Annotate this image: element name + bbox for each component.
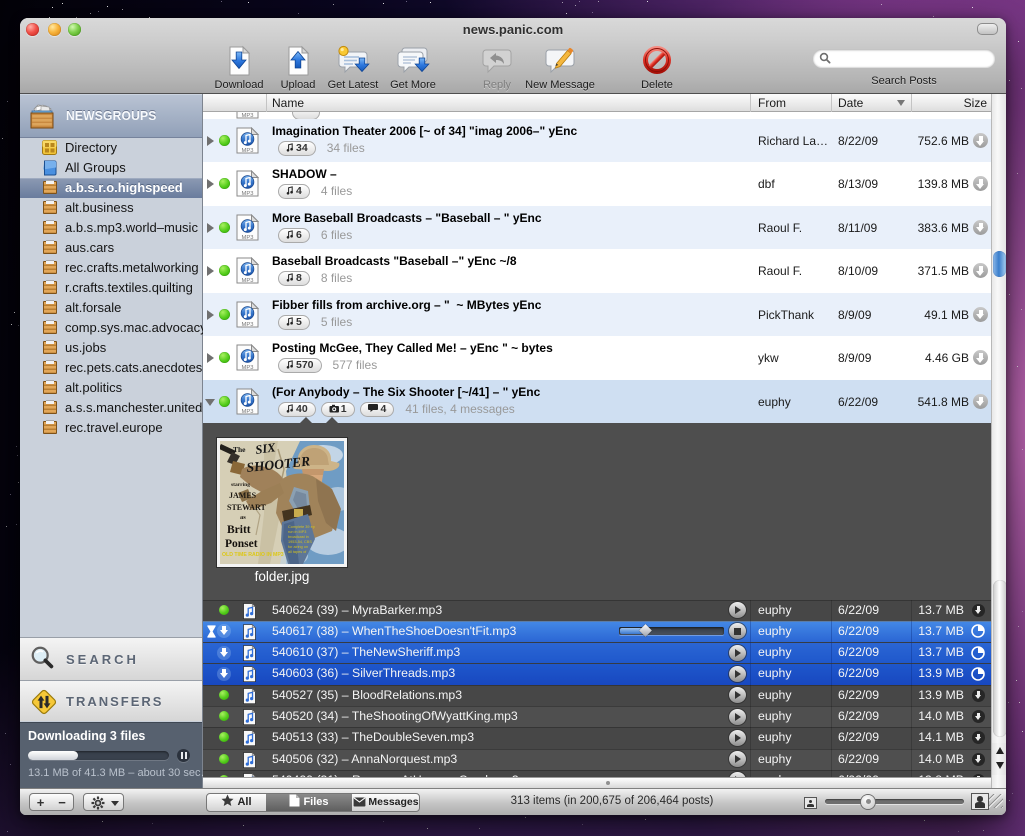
svg-text:JAMES: JAMES: [229, 491, 257, 500]
svg-text:starring: starring: [231, 482, 250, 488]
svg-text:OLD TIME RADIO IN MP3: OLD TIME RADIO IN MP3: [222, 552, 284, 558]
svg-text:Britt: Britt: [227, 524, 251, 536]
svg-text:broadcast in: broadcast in: [288, 535, 309, 539]
svg-text:all tapes of: all tapes of: [288, 550, 307, 554]
svg-text:as: as: [240, 514, 246, 521]
svg-text:for airing on: for airing on: [288, 545, 308, 549]
svg-text:The: The: [233, 445, 246, 454]
svg-text:run in MP3: run in MP3: [288, 530, 306, 534]
svg-text:Complete 39 ep: Complete 39 ep: [288, 525, 315, 529]
svg-text:STEWART: STEWART: [227, 503, 267, 512]
svg-text:Ponset: Ponset: [225, 538, 258, 550]
svg-text:1953-54, CBS: 1953-54, CBS: [288, 540, 312, 544]
